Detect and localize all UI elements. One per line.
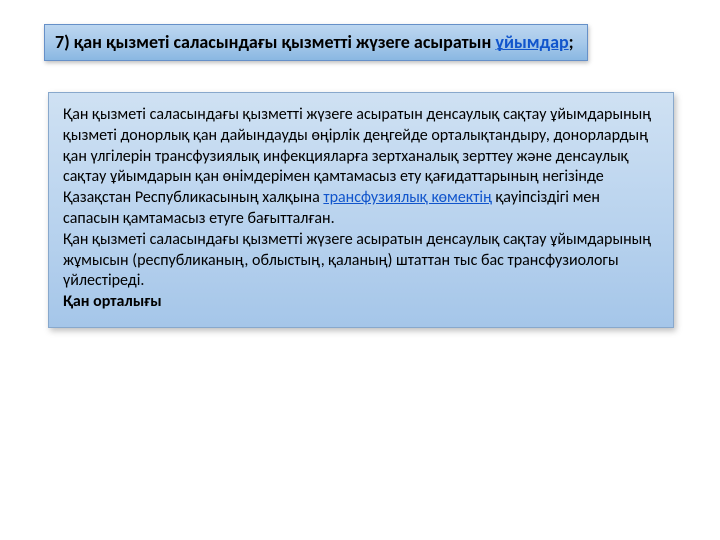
body-paragraph-3: Қан орталығы <box>63 292 659 313</box>
slide: 7) қан қызметi саласындағы қызметтi жүзе… <box>0 0 720 540</box>
body-box: Қан қызметi саласындағы қызметтi жүзеге … <box>48 92 674 328</box>
heading-box: 7) қан қызметi саласындағы қызметтi жүзе… <box>44 24 588 61</box>
body-paragraph-2: Қан қызметi саласындағы қызметтi жүзеге … <box>63 230 659 292</box>
heading-text-post: ; <box>569 31 574 53</box>
heading-text-pre: 7) қан қызметi саласындағы қызметтi жүзе… <box>55 31 495 53</box>
body-link[interactable]: трансфузиялық көмектің <box>323 188 492 207</box>
body-paragraph-1: Қан қызметi саласындағы қызметтi жүзеге … <box>63 105 659 230</box>
heading-link[interactable]: ұйымдар <box>495 31 568 53</box>
